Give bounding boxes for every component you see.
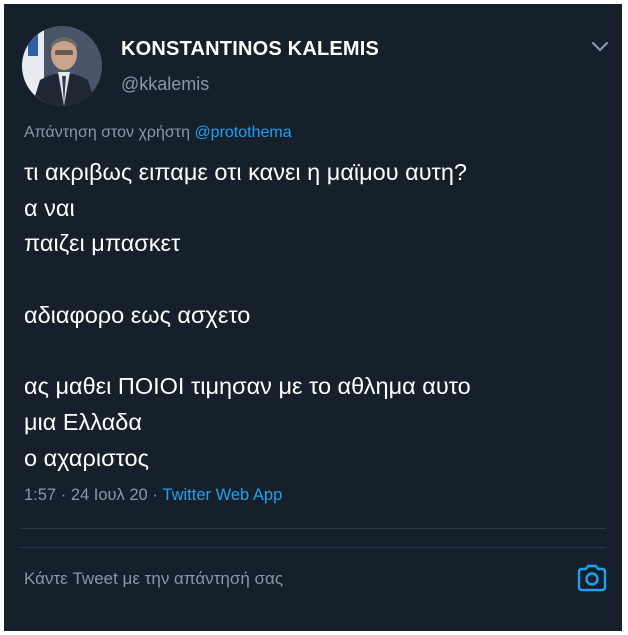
- divider: [20, 528, 606, 529]
- tweet-text: τι ακριβως ειπαμε οτι κανει η μαϊμου αυτ…: [24, 155, 614, 476]
- tweet-line: ο αχαριστος: [24, 444, 149, 471]
- tweet-line: τι ακριβως ειπαμε οτι κανει η μαϊμου αυτ…: [24, 159, 467, 185]
- tweet-line: [24, 334, 614, 370]
- avatar[interactable]: [22, 26, 102, 106]
- meta-separator: ·: [60, 486, 67, 504]
- profile-photo: [22, 26, 102, 106]
- mention-link[interactable]: @protothema: [194, 124, 291, 141]
- reply-context-label: Απάντηση στον χρήστη: [24, 124, 190, 141]
- tweet-source-link[interactable]: Twitter Web App: [162, 486, 282, 504]
- author-handle[interactable]: @kkalemis: [121, 74, 209, 95]
- chevron-down-icon[interactable]: [590, 40, 610, 54]
- reply-bar: [4, 547, 622, 631]
- tweet-date[interactable]: 24 Ιουλ 20: [71, 486, 148, 504]
- tweet-line: [24, 262, 614, 298]
- tweet-screen: KONSTANTINOS KALEMIS @kkalemis Απάντηση …: [4, 4, 622, 631]
- meta-separator: ·: [152, 486, 158, 504]
- reply-input[interactable]: [24, 569, 524, 589]
- camera-icon[interactable]: [576, 563, 608, 593]
- tweet-line: ας μαθει ΠΟΙΟΙ τιμησαν με το αθλημα αυτο: [24, 373, 471, 400]
- tweet-line: α ναι: [24, 194, 75, 221]
- tweet-line: παιζει μπασκετ: [24, 230, 181, 257]
- divider: [20, 547, 606, 548]
- tweet-line: μια Ελλαδα: [24, 408, 142, 435]
- reply-context: Απάντηση στον χρήστη @protothema: [24, 124, 292, 142]
- tweet-meta: 1:57 · 24 Ιουλ 20 · Twitter Web App: [24, 486, 282, 505]
- tweet-line: αδιαφορο εως ασχετο: [24, 301, 251, 328]
- tweet-time[interactable]: 1:57: [24, 486, 56, 504]
- author-display-name[interactable]: KONSTANTINOS KALEMIS: [121, 38, 379, 61]
